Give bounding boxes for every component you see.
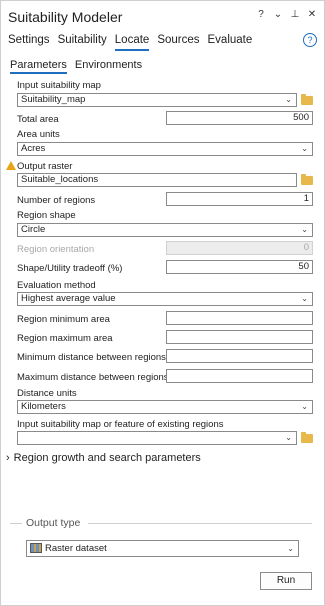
help-circle-icon[interactable]: ? (303, 33, 317, 47)
help-icon[interactable]: ? (256, 9, 266, 20)
region-shape-dropdown[interactable]: Circle ⌄ (17, 223, 313, 237)
chevron-right-icon: › (6, 452, 10, 464)
subtab-parameters[interactable]: Parameters (10, 59, 67, 74)
total-area-label: Total area (17, 114, 59, 125)
num-regions-input[interactable]: 1 (166, 192, 313, 206)
output-type-value: Raster dataset (45, 543, 107, 554)
chevron-down-icon: ⌄ (301, 294, 308, 303)
chevron-down-icon: ⌄ (285, 433, 292, 442)
eval-method-value: Highest average value (21, 293, 116, 304)
min-distance-label: Minimum distance between regions (17, 352, 166, 363)
divider (88, 523, 312, 524)
tab-evaluate[interactable]: Evaluate (208, 34, 253, 51)
total-area-input[interactable]: 500 (166, 111, 313, 125)
pane-header-icons: ? ⌄ ⊥ ✕ (256, 9, 317, 20)
area-units-dropdown[interactable]: Acres ⌄ (17, 142, 313, 156)
output-raster-input[interactable]: Suitable_locations (17, 173, 297, 187)
region-max-label: Region maximum area (17, 333, 113, 344)
distance-units-dropdown[interactable]: Kilometers ⌄ (17, 400, 313, 414)
output-type-dropdown[interactable]: Raster dataset ⌄ (26, 540, 299, 557)
chevron-down-icon: ⌄ (287, 544, 294, 553)
eval-method-dropdown[interactable]: Highest average value ⌄ (17, 292, 313, 306)
min-distance-input[interactable] (166, 349, 313, 363)
folder-icon[interactable] (301, 432, 313, 443)
region-shape-label: Region shape (17, 210, 76, 221)
max-distance-input[interactable] (166, 369, 313, 383)
output-raster-label: Output raster (17, 161, 73, 172)
region-orientation-input: 0 (166, 241, 313, 255)
region-shape-value: Circle (21, 224, 46, 235)
area-units-label: Area units (17, 129, 60, 140)
input-map-label: Input suitability map (17, 80, 101, 91)
pane-title: Suitability Modeler (8, 9, 123, 25)
region-growth-section[interactable]: › Region growth and search parameters (6, 452, 201, 464)
raster-dataset-icon (30, 543, 42, 553)
area-units-value: Acres (21, 143, 46, 154)
distance-units-value: Kilometers (21, 401, 66, 412)
input-map-dropdown[interactable]: Suitability_map ⌄ (17, 93, 297, 107)
run-button[interactable]: Run (260, 572, 312, 590)
distance-units-label: Distance units (17, 388, 77, 399)
subtab-environments[interactable]: Environments (75, 59, 142, 74)
chevron-down-icon: ⌄ (285, 95, 292, 104)
folder-icon[interactable] (301, 94, 313, 105)
region-orientation-label: Region orientation (17, 244, 95, 255)
region-max-input[interactable] (166, 330, 313, 344)
chevron-down-icon: ⌄ (301, 225, 308, 234)
folder-icon[interactable] (301, 174, 313, 185)
warning-icon (6, 161, 16, 170)
chevron-down-icon: ⌄ (301, 144, 308, 153)
close-icon[interactable]: ✕ (307, 9, 317, 20)
tab-sources[interactable]: Sources (157, 34, 199, 51)
region-min-label: Region minimum area (17, 314, 110, 325)
existing-regions-label: Input suitability map or feature of exis… (17, 419, 224, 430)
divider (10, 523, 22, 524)
shape-tradeoff-label: Shape/Utility tradeoff (%) (17, 263, 123, 274)
max-distance-label: Maximum distance between regions (17, 372, 169, 383)
main-tabs: Settings Suitability Locate Sources Eval… (8, 34, 252, 51)
region-min-input[interactable] (166, 311, 313, 325)
output-type-label: Output type (26, 517, 81, 529)
region-growth-label: Region growth and search parameters (13, 452, 201, 464)
input-map-value: Suitability_map (21, 94, 86, 105)
tab-locate[interactable]: Locate (114, 34, 150, 51)
chevron-down-icon[interactable]: ⌄ (273, 9, 283, 20)
tab-settings[interactable]: Settings (8, 34, 50, 51)
eval-method-label: Evaluation method (17, 280, 96, 291)
tab-suitability[interactable]: Suitability (58, 34, 107, 51)
shape-tradeoff-input[interactable]: 50 (166, 260, 313, 274)
num-regions-label: Number of regions (17, 195, 96, 206)
existing-regions-dropdown[interactable]: ⌄ (17, 431, 297, 445)
pin-icon[interactable]: ⊥ (290, 9, 300, 20)
chevron-down-icon: ⌄ (301, 402, 308, 411)
sub-tabs: Parameters Environments (10, 59, 142, 74)
